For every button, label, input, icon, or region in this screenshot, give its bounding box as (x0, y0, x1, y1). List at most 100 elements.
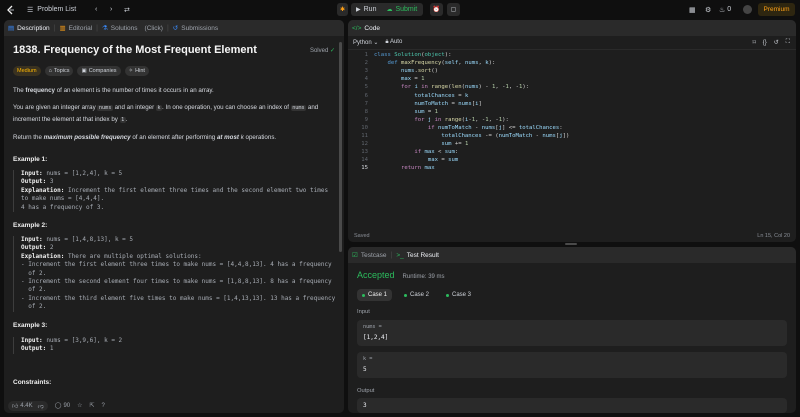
tab-test-result-label: Test Result (406, 251, 439, 259)
p3-bold: maximum possible frequency (43, 134, 131, 141)
tab-test-result[interactable]: >_ Test Result (392, 247, 443, 263)
help-icon[interactable]: ? (102, 403, 105, 409)
run-label: Run (363, 6, 377, 13)
inline-code: nums (290, 105, 307, 111)
language-label: Python (353, 40, 372, 46)
var-value: 5 (363, 366, 367, 373)
premium-button[interactable]: Premium (758, 3, 795, 16)
runtime-label: Runtime: 39 ms (402, 274, 445, 280)
example-3-block: Input: nums = [3,9,6], k = 2 Output: 1 (13, 337, 339, 354)
code-line: return max (400, 165, 435, 172)
description-paragraph-1: The frequency of an element is the numbe… (13, 85, 335, 96)
code-editor[interactable]: 1 class Solution(object): 2 def maxFreque… (348, 52, 796, 222)
code-line: class Solution(object): (374, 52, 452, 58)
input-nums-box: nums = [1,2,4] (357, 320, 787, 346)
tab-testcase[interactable]: ☑ Testcase (348, 247, 390, 263)
tab-description[interactable]: ▤ Description (4, 20, 54, 36)
constraints-heading: Constraints: (13, 379, 52, 386)
tab-code[interactable]: </> Code (348, 20, 384, 36)
tab-submissions[interactable]: ↺ Submissions (169, 20, 222, 36)
language-select[interactable]: Python ⌄ (353, 39, 378, 46)
like-button[interactable]: 👍︎ 4.4K 👎︎ (8, 400, 48, 411)
companies-chip[interactable]: ▣ Companies (77, 66, 121, 76)
next-problem-button[interactable]: › (110, 0, 112, 19)
debug-button[interactable]: ✱ (337, 3, 348, 16)
alarm-button[interactable]: ⏰ (430, 3, 443, 16)
line-number: 8 (364, 108, 368, 115)
leetcode-logo-icon[interactable] (6, 0, 15, 19)
shuffle-icon[interactable]: ⇄ (124, 0, 130, 19)
output-label: Output: (21, 178, 47, 186)
p2-text: . In one operation, you can choose an in… (162, 104, 291, 111)
input-label: Input: (21, 170, 43, 177)
prev-problem-button[interactable]: ‹ (95, 0, 97, 19)
bookmark-icon[interactable]: ⌑ (753, 39, 756, 46)
saved-status: Saved (354, 233, 370, 239)
topics-label: Topics (53, 68, 70, 74)
run-button[interactable]: ▶ Run (356, 6, 376, 13)
output-section-label: Output (357, 388, 375, 394)
panel-resize-handle[interactable] (565, 243, 577, 245)
top-bar: ☰ Problem List ‹ › ⇄ ✱ ▶ Run ☁ Submit ⏰ … (0, 0, 800, 19)
coins-counter[interactable]: ♨ 0 (719, 0, 731, 19)
editor-toolbar: Python ⌄ 🔒︎ Auto ⌑ {} ↺ ⛶ (348, 36, 796, 50)
auto-mode-toggle[interactable]: 🔒︎ Auto (385, 39, 402, 46)
comments-button[interactable]: ◯ 90 (55, 402, 70, 410)
line-number: 12 (361, 141, 368, 148)
case-2-tab[interactable]: Case 2 (399, 289, 434, 301)
problem-list-link[interactable]: ☰ Problem List (27, 0, 76, 19)
share-icon[interactable]: ⇱ (90, 402, 95, 409)
tab-solutions[interactable]: ⚗ Solutions (Click) (98, 20, 167, 36)
code-line: sum += 1 (441, 141, 469, 148)
output-value: 3 (363, 402, 367, 409)
companies-label: Companies (88, 68, 117, 74)
braces-icon[interactable]: {} (763, 40, 767, 46)
solved-label: Solved (309, 48, 329, 54)
code-brackets-icon: </> (352, 24, 362, 32)
code-line: totalChances -= (numToMatch - nums[j]) (441, 133, 570, 139)
code-line: totalChances = k (414, 92, 469, 99)
case-2-label: Case 2 (410, 292, 430, 298)
p3-text: of an element after performing (130, 134, 217, 141)
case-1-tab[interactable]: Case 1 (357, 289, 393, 301)
topics-chip[interactable]: ⌂ Topics (44, 66, 74, 76)
tab-code-label: Code (364, 24, 380, 32)
output-label: Output: (21, 345, 47, 353)
p3-bold: at most (216, 134, 239, 141)
input-section-label: Input (357, 309, 370, 315)
line-number: 7 (364, 100, 368, 107)
lock-icon: ▣ (81, 68, 87, 74)
avatar[interactable] (743, 0, 752, 19)
layout-grid-icon[interactable]: ▦ (689, 0, 696, 19)
line-number: 14 (361, 157, 368, 164)
settings-gear-icon[interactable]: ⚙ (705, 0, 711, 19)
output-box: 3 (357, 398, 787, 413)
example-explanation-line: - Increment the second element four time… (21, 278, 332, 286)
passed-dot-icon (362, 293, 365, 297)
line-number: 2 (364, 60, 368, 67)
var-name: nums = (363, 324, 382, 330)
history-icon: ↺ (172, 25, 179, 32)
thumbs-down-icon[interactable]: 👎︎ (38, 402, 44, 410)
inline-code: nums (97, 105, 113, 111)
example-input: nums = [1,4,8,13], k = 5 (46, 236, 134, 243)
fullscreen-icon[interactable]: ⛶ (786, 39, 790, 46)
reset-icon[interactable]: ↺ (774, 39, 779, 46)
tab-editorial[interactable]: ▥ Editorial (56, 20, 97, 36)
book-icon: ▥ (59, 25, 66, 32)
tag-chips: Medium ⌂ Topics ▣ Companies ✧ Hint (13, 66, 335, 76)
page-title[interactable]: 1838. Frequency of the Most Frequent Ele… (13, 44, 335, 56)
passed-dot-icon (446, 293, 449, 297)
star-icon[interactable]: ☆ (77, 402, 82, 409)
code-line: max = 1 (400, 76, 425, 83)
result-tabbar: ☑ Testcase | >_ Test Result (348, 247, 796, 263)
submit-button[interactable]: ☁ Submit (386, 6, 417, 13)
bug-icon: ✱ (339, 7, 346, 13)
tab-solutions-label: Solutions (110, 24, 138, 32)
description-scrollbar[interactable] (339, 42, 342, 252)
description-footer: 👍︎ 4.4K 👎︎ ◯ 90 ☆ ⇱ ? (4, 398, 344, 413)
line-number: 13 (361, 149, 368, 156)
case-3-tab[interactable]: Case 3 (441, 289, 476, 301)
hint-chip[interactable]: ✧ Hint (124, 66, 149, 76)
notes-button[interactable]: ▢ (447, 3, 460, 16)
